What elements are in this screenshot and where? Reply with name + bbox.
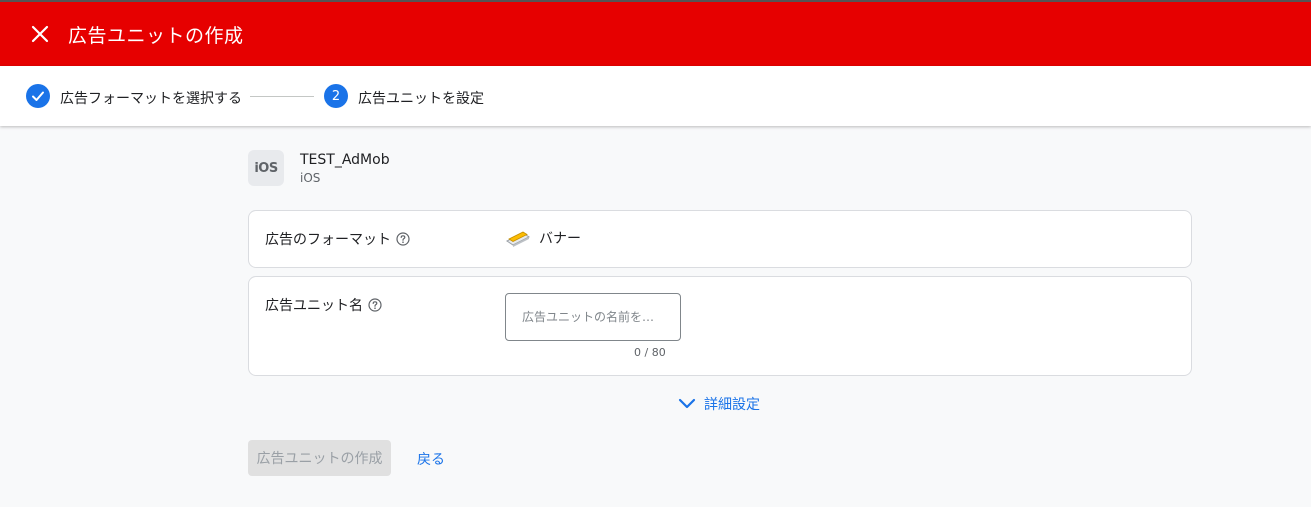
character-counter: 0 / 80 bbox=[634, 346, 666, 359]
ad-format-value: バナー bbox=[505, 228, 581, 248]
ad-format-card: 広告のフォーマット バナー bbox=[248, 210, 1192, 268]
stepper: 広告フォーマットを選択する 2 広告ユニットを設定 bbox=[0, 66, 1311, 126]
step2-indicator: 2 bbox=[324, 84, 348, 108]
back-button[interactable]: 戻る bbox=[417, 449, 445, 469]
check-icon bbox=[32, 91, 44, 101]
close-icon bbox=[31, 25, 49, 43]
ad-format-name: バナー bbox=[539, 231, 581, 247]
chevron-down-icon bbox=[678, 398, 696, 409]
create-ad-unit-button[interactable]: 広告ユニットの作成 bbox=[248, 440, 391, 476]
ad-format-label: 広告のフォーマット bbox=[265, 232, 391, 248]
ad-unit-name-label-row: 広告ユニット名 bbox=[265, 295, 382, 315]
ad-unit-name-label: 広告ユニット名 bbox=[265, 298, 363, 314]
ios-app-icon: iOS bbox=[248, 150, 284, 186]
app-name: TEST_AdMob bbox=[300, 152, 390, 168]
ad-format-label-row: 広告のフォーマット bbox=[265, 229, 410, 249]
close-button[interactable] bbox=[26, 20, 54, 48]
step2-label: 広告ユニットを設定 bbox=[358, 91, 484, 107]
app-platform: iOS bbox=[300, 171, 321, 185]
advanced-settings-label: 詳細設定 bbox=[704, 397, 760, 413]
ad-unit-name-input[interactable] bbox=[505, 293, 681, 341]
step-connector bbox=[250, 96, 314, 97]
step1-label[interactable]: 広告フォーマットを選択する bbox=[60, 88, 242, 108]
step1-completed-indicator[interactable] bbox=[26, 84, 50, 108]
help-icon[interactable] bbox=[396, 232, 410, 246]
top-app-bar: 広告ユニットの作成 bbox=[0, 0, 1311, 66]
help-icon[interactable] bbox=[368, 298, 382, 312]
advanced-settings-toggle[interactable]: 詳細設定 bbox=[678, 394, 760, 414]
ad-unit-name-card: 広告ユニット名 0 / 80 bbox=[248, 276, 1192, 376]
page-title: 広告ユニットの作成 bbox=[68, 25, 244, 47]
banner-icon bbox=[506, 231, 530, 247]
